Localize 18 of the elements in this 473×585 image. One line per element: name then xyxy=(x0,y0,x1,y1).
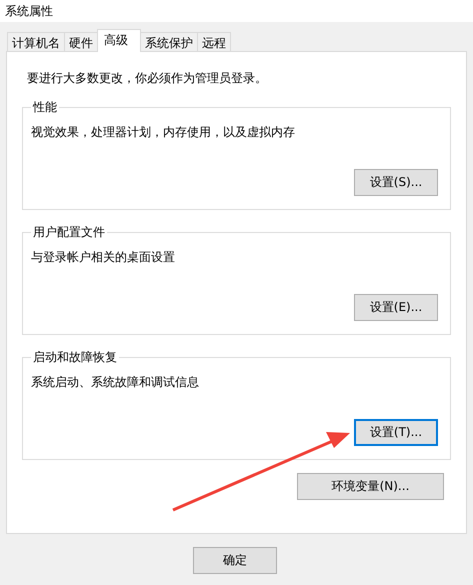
group-title: 启动和故障恢复 xyxy=(32,349,118,366)
admin-notice: 要进行大多数更改，你必须作为管理员登录。 xyxy=(27,70,268,87)
tab[interactable]: 高级 xyxy=(97,29,141,52)
tab[interactable]: 硬件 xyxy=(64,32,98,51)
group-title: 用户配置文件 xyxy=(32,224,106,241)
group-title: 性能 xyxy=(32,99,58,116)
group-description: 与登录帐户相关的桌面设置 xyxy=(31,249,176,266)
tab[interactable]: 系统保护 xyxy=(140,32,198,51)
tab[interactable]: 计算机名 xyxy=(7,32,65,51)
window-title: 系统属性 xyxy=(5,2,53,20)
group-description: 系统启动、系统故障和调试信息 xyxy=(31,374,200,391)
settings-button[interactable]: 设置(T)... xyxy=(354,419,438,446)
group-description: 视觉效果，处理器计划，内存使用，以及虚拟内存 xyxy=(31,124,296,141)
environment-variables-button[interactable]: 环境变量(N)... xyxy=(297,473,444,500)
settings-button[interactable]: 设置(S)... xyxy=(354,169,438,196)
ok-button[interactable]: 确定 xyxy=(193,547,277,574)
settings-button[interactable]: 设置(E)... xyxy=(354,294,438,321)
tab[interactable]: 远程 xyxy=(197,32,231,51)
